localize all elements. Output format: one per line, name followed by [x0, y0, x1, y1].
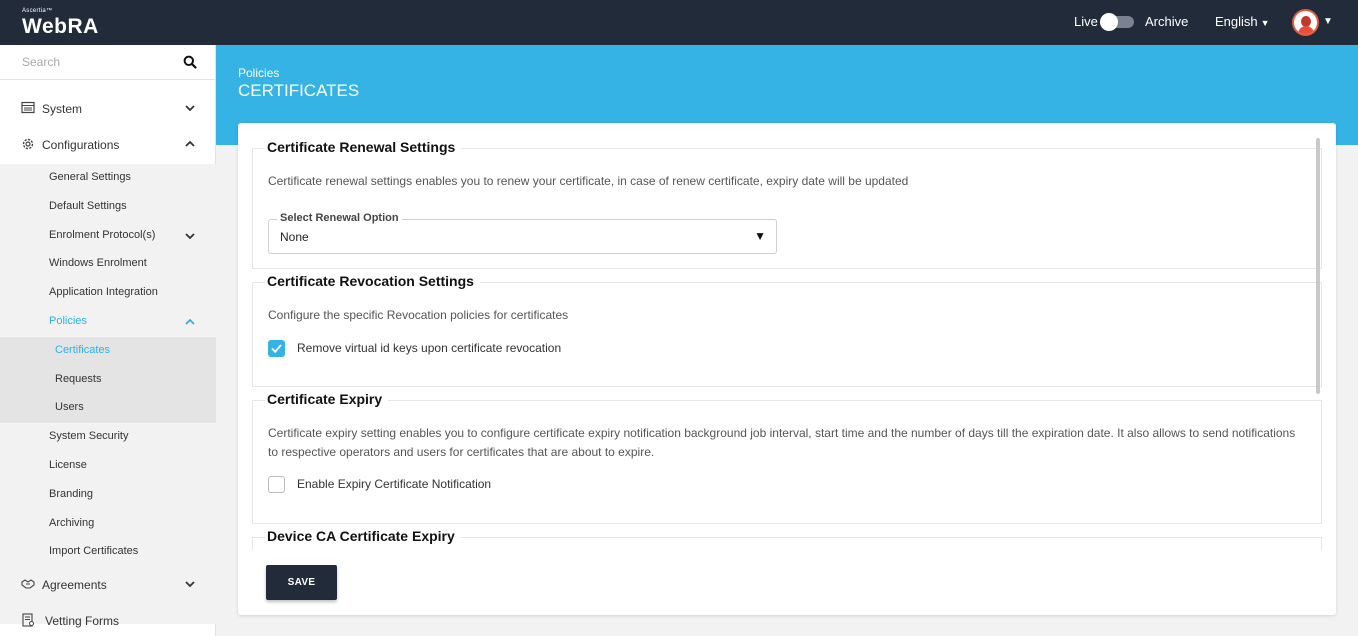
- page-title: CERTIFICATES: [238, 81, 360, 100]
- handshake-icon: [21, 579, 35, 589]
- section-description: Certificate renewal settings enables you…: [268, 174, 909, 188]
- sidebar-item-label: System: [42, 102, 83, 116]
- language-label: English: [1215, 14, 1258, 29]
- sidebar-search: [0, 45, 216, 80]
- renewal-settings-section: Certificate Renewal Settings Certificate…: [252, 139, 1322, 269]
- brand-company: Ascertia™: [22, 8, 53, 14]
- sidebar-item-requests[interactable]: Requests: [55, 373, 101, 385]
- policies-submenu: Certificates Requests Users: [0, 337, 216, 423]
- search-icon[interactable]: [183, 55, 197, 69]
- sidebar-item-label: Vetting Forms: [45, 614, 120, 628]
- section-border: [253, 148, 265, 149]
- sidebar-item-application-integration[interactable]: Application Integration: [49, 286, 158, 298]
- search-input[interactable]: [22, 53, 172, 71]
- sidebar-item-vetting-forms[interactable]: Vetting Forms: [0, 603, 216, 636]
- sidebar: System Configurations General Settings D…: [0, 45, 216, 636]
- select-value: None: [280, 230, 309, 244]
- sidebar-item-default-settings[interactable]: Default Settings: [49, 200, 127, 212]
- breadcrumb[interactable]: Policies: [238, 66, 279, 80]
- avatar-body: [1298, 26, 1314, 34]
- language-selector[interactable]: English ▼: [1215, 14, 1270, 29]
- remove-virtual-keys-checkbox[interactable]: [268, 340, 285, 357]
- archive-label: Archive: [1145, 14, 1189, 29]
- section-border: [385, 400, 1321, 401]
- section-title: Certificate Renewal Settings: [267, 139, 462, 155]
- section-description: Certificate expiry setting enables you t…: [268, 426, 1296, 459]
- chevron-down-icon: [185, 105, 195, 112]
- chevron-down-icon[interactable]: [184, 230, 196, 242]
- section-border: [453, 148, 1321, 149]
- sidebar-item-label: Configurations: [42, 138, 120, 152]
- section-border: [473, 282, 1321, 283]
- chevron-down-icon: [185, 581, 195, 588]
- sidebar-item-archiving[interactable]: Archiving: [49, 517, 94, 529]
- settings-scroll-area[interactable]: Certificate Renewal Settings Certificate…: [252, 135, 1322, 550]
- checkbox-label[interactable]: Enable Expiry Certificate Notification: [297, 477, 491, 491]
- sidebar-item-import-certificates[interactable]: Import Certificates: [49, 545, 138, 557]
- save-button[interactable]: SAVE: [266, 565, 337, 600]
- configurations-submenu: General Settings Default Settings Enrolm…: [0, 164, 216, 624]
- section-title: Certificate Expiry: [267, 391, 389, 407]
- revocation-settings-section: Certificate Revocation Settings Configur…: [252, 273, 1322, 387]
- section-title: Certificate Revocation Settings: [267, 273, 480, 289]
- dropdown-arrow-icon: ▼: [754, 229, 766, 243]
- top-bar: Ascertia™ WebRA Live Archive English ▼ ▼: [0, 0, 1358, 45]
- sidebar-item-general-settings[interactable]: General Settings: [49, 171, 131, 183]
- checkmark-icon: [271, 344, 282, 354]
- chevron-up-icon[interactable]: [184, 316, 196, 328]
- sidebar-item-configurations[interactable]: Configurations: [0, 127, 216, 163]
- brand-name: WebRA: [22, 15, 99, 38]
- sidebar-item-agreements[interactable]: Agreements: [0, 567, 216, 603]
- live-archive-toggle[interactable]: [1100, 13, 1134, 31]
- sidebar-item-license[interactable]: License: [49, 459, 87, 471]
- section-border: [253, 537, 265, 538]
- checkbox-label[interactable]: Remove virtual id keys upon certificate …: [297, 341, 561, 355]
- caret-down-icon: ▼: [1260, 18, 1270, 28]
- sidebar-item-users[interactable]: Users: [55, 401, 84, 413]
- select-label: Select Renewal Option: [277, 212, 402, 224]
- chevron-up-icon: [185, 140, 195, 147]
- gear-icon: [22, 138, 34, 150]
- sidebar-item-windows-enrolment[interactable]: Windows Enrolment: [49, 257, 147, 269]
- section-border: [253, 400, 265, 401]
- section-title: Device CA Certificate Expiry: [267, 528, 461, 544]
- content-scrollbar[interactable]: [1316, 138, 1320, 394]
- expiry-notification-checkbox[interactable]: [268, 476, 285, 493]
- section-description: Configure the specific Revocation polici…: [268, 308, 569, 322]
- certificates-policy-card: Certificate Renewal Settings Certificate…: [238, 123, 1336, 615]
- form-icon: [22, 613, 34, 627]
- live-label: Live: [1074, 14, 1098, 29]
- user-avatar[interactable]: [1292, 9, 1319, 36]
- certificate-expiry-section: Certificate Expiry Certificate expiry se…: [252, 391, 1322, 524]
- section-border: [253, 282, 265, 283]
- user-menu-caret-icon[interactable]: ▼: [1323, 16, 1333, 27]
- system-icon: [21, 101, 35, 114]
- sidebar-item-certificates[interactable]: Certificates: [55, 344, 110, 356]
- sidebar-item-branding[interactable]: Branding: [49, 488, 93, 500]
- device-ca-expiry-section: Device CA Certificate Expiry: [252, 528, 1322, 550]
- sidebar-item-system-security[interactable]: System Security: [49, 430, 128, 442]
- sidebar-item-label: Agreements: [42, 578, 107, 592]
- section-border: [457, 537, 1321, 538]
- renewal-option-select[interactable]: Select Renewal Option None ▼: [268, 212, 777, 254]
- sidebar-item-policies[interactable]: Policies: [49, 315, 87, 327]
- sidebar-item-enrolment-protocols[interactable]: Enrolment Protocol(s): [49, 229, 155, 241]
- toggle-knob: [1100, 13, 1118, 31]
- sidebar-item-system[interactable]: System: [0, 91, 216, 127]
